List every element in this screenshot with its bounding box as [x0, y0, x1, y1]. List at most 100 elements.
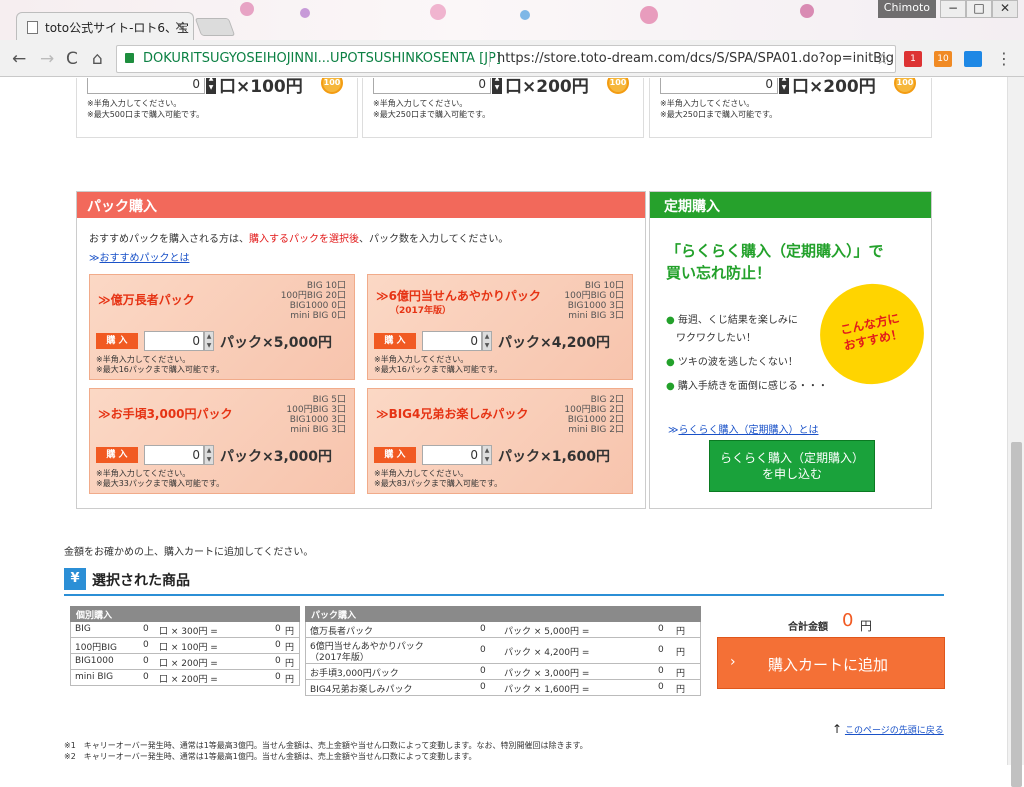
recommend-badge: こんな方に おすすめ！ — [810, 274, 934, 394]
flower-decoration — [240, 2, 254, 16]
rss-extension-icon[interactable]: 10 — [934, 51, 952, 67]
breakdown-line: mini BIG 3口 — [568, 311, 624, 321]
quantity-input[interactable]: 0 — [660, 78, 778, 94]
list-item: ワクワクしたい！ — [676, 333, 756, 344]
gmail-extension-icon[interactable]: 1 — [904, 51, 922, 67]
back-button[interactable]: ← — [12, 49, 26, 69]
pack-card-big4[interactable]: ≫BIG4兄弟お楽しみパック BIG 2口 100円BIG 2口 BIG1000… — [367, 388, 633, 494]
note-line: ※最大33パックまで購入可能です。 — [96, 479, 225, 488]
menu-icon[interactable]: ⋮ — [996, 49, 1012, 68]
pack-breakdown: BIG 10口 100円BIG 20口 BIG1000 0口 mini BIG … — [281, 281, 346, 321]
table-row: BIG4兄弟お楽しみパック 0 パック × 1,600円 = 0 円 — [305, 680, 701, 696]
forward-button[interactable]: → — [40, 49, 54, 69]
minimize-button[interactable]: − — [940, 0, 966, 18]
total-unit: 円 — [860, 619, 873, 633]
pack-card-ayakari[interactable]: ≫6億円当せんあやかりパック （2017年版） BIG 10口 100円BIG … — [367, 274, 633, 380]
total-amount: 0 — [842, 610, 854, 631]
buy-badge: 購 入 — [96, 447, 138, 463]
periodic-info-link[interactable]: ≫らくらく購入（定期購入）とは — [668, 418, 818, 437]
footnotes: ※1 キャリーオーバー発生時、通常は1等最高3億円。当せん金額は、売上金額や当せ… — [64, 740, 588, 762]
badge-text: こんな方に おすすめ！ — [829, 308, 914, 356]
tab-close-icon[interactable]: × — [174, 19, 185, 34]
input-note: ※半角入力してください。 — [87, 99, 182, 108]
pack-title: ≫BIG4兄弟お楽しみパック — [376, 407, 529, 421]
breakdown-line: mini BIG 3口 — [290, 425, 346, 435]
list-item: ● 毎週、くじ結果を楽しみに — [666, 315, 798, 326]
pack-quantity-input[interactable]: 0 — [422, 331, 482, 351]
button-line: らくらく購入（定期購入） — [719, 451, 864, 465]
pack-quantity-spinner[interactable]: ▲ ▼ — [482, 445, 492, 465]
desc-text: 、パック数を入力してください。 — [359, 234, 509, 245]
reload-button[interactable]: C — [66, 49, 78, 69]
extension-icon[interactable] — [964, 51, 982, 67]
pack-purchase-section: パック購入 おすすめパックを購入される方は、購入するパックを選択後、パック数を入… — [76, 191, 646, 509]
note-line: ※半角入力してください。 — [374, 469, 469, 478]
lock-icon — [125, 53, 134, 63]
benefit-list: ● 毎週、くじ結果を楽しみに ワクワクしたい！ ● ツキの波を逃したくない！ ●… — [666, 312, 828, 396]
window-controls: − □ ✕ — [940, 0, 1018, 18]
pack-quantity-input[interactable]: 0 — [422, 445, 482, 465]
breakdown-line: BIG 2口 — [590, 395, 624, 405]
periodic-apply-button[interactable]: らくらく購入（定期購入） を申し込む — [709, 440, 875, 492]
pack-quantity-spinner[interactable]: ▲ ▼ — [204, 445, 214, 465]
limit-note: ※最大250口まで購入可能です。 — [660, 110, 778, 119]
table-row: mini BIG 0 口 × 200円 = 0 円 — [70, 670, 300, 686]
confirm-message: 金額をお確かめの上、購入カートに追加してください。 — [64, 547, 314, 558]
quantity-spinner[interactable]: ▲ ▼ — [779, 78, 789, 94]
quantity-input[interactable]: 0 — [87, 78, 205, 94]
vertical-scrollbar[interactable] — [1007, 77, 1024, 787]
pack-note: ※半角入力してください。 ※最大16パックまで購入可能です。 — [374, 355, 502, 375]
list-item: ● ツキの波を逃したくない！ — [666, 357, 798, 368]
back-to-top-link[interactable]: ↑ このページの先頭に戻る — [832, 722, 944, 736]
pack-breakdown: BIG 10口 100円BIG 0口 BIG1000 3口 mini BIG 3… — [564, 281, 624, 321]
pack-price: パック×1,600円 — [498, 449, 611, 465]
pack-quantity-input[interactable]: 0 — [144, 445, 204, 465]
footnote: ※2 キャリーオーバー発生時、通常は1等最高1億円。当せん金額は、売上金額や当せ… — [64, 752, 477, 761]
breakdown-line: BIG1000 3口 — [289, 415, 346, 425]
maximize-button[interactable]: □ — [966, 0, 992, 18]
quantity-spinner[interactable]: ▲ ▼ — [206, 78, 216, 94]
pack-card-okuman[interactable]: ≫億万長者パック BIG 10口 100円BIG 20口 BIG1000 0口 … — [89, 274, 355, 380]
pack-quantity-input[interactable]: 0 — [144, 331, 204, 351]
recommended-pack-link[interactable]: ≫おすすめパックとは — [89, 246, 189, 265]
quantity-spinner[interactable]: ▲ ▼ — [492, 78, 502, 94]
yen-icon: ¥ — [64, 568, 86, 590]
list-item: ● 購入手続きを面倒に感じる・・・ — [666, 381, 828, 392]
add-to-cart-button[interactable]: › 購入カートに追加 — [717, 637, 945, 689]
periodic-purchase-section: 定期購入 「らくらく購入（定期購入）」で 買い忘れ防止！ こんな方に おすすめ！ … — [649, 191, 934, 509]
individual-box-3: 0 ▲ ▼ 口×200円 100 ※半角入力してください。 ※最大250口まで購入… — [649, 78, 932, 138]
table-row: BIG1000 0 口 × 200円 = 0 円 — [70, 654, 300, 670]
bookmark-star-icon[interactable]: ☆ — [876, 46, 889, 72]
close-window-button[interactable]: ✕ — [992, 0, 1018, 18]
pack-card-otegoro[interactable]: ≫お手頃3,000円パック BIG 5口 100円BIG 3口 BIG1000 … — [89, 388, 355, 494]
breakdown-line: BIG1000 0口 — [289, 301, 346, 311]
pack-note: ※半角入力してください。 ※最大83パックまで購入可能です。 — [374, 469, 502, 489]
browser-tab[interactable]: toto公式サイト-ロト6、宝 × — [16, 12, 194, 40]
unit-price: 口×100円 — [219, 78, 303, 97]
quantity-input[interactable]: 0 — [373, 78, 491, 94]
url-text[interactable]: https://store.toto-dream.com/dcs/S/SPA/S… — [497, 46, 894, 72]
cart-button-label: 購入カートに追加 — [768, 656, 889, 674]
pack-quantity-spinner[interactable]: ▲ ▼ — [482, 331, 492, 351]
home-button[interactable]: ⌂ — [92, 49, 103, 69]
individual-box-1: 0 ▲ ▼ 口×100円 100 ※半角入力してください。 ※最大500口まで購入… — [76, 78, 358, 138]
title-line: 「らくらく購入（定期購入）」で — [666, 242, 884, 260]
pack-price: パック×4,200円 — [498, 335, 611, 351]
address-bar[interactable]: DOKURITSUGYOSEIHOJINNI...UPOTSUSHINKOSEN… — [116, 45, 896, 73]
breakdown-line: BIG 10口 — [584, 281, 624, 291]
pack-title: ≫お手頃3,000円パック — [98, 407, 233, 421]
buy-badge: 購 入 — [374, 447, 416, 463]
scrollbar-thumb[interactable] — [1011, 442, 1022, 787]
desc-highlight: 購入するパックを選択後 — [249, 234, 359, 245]
pack-description: おすすめパックを購入される方は、購入するパックを選択後、パック数を入力してくださ… — [89, 230, 508, 245]
buy-badge: 購 入 — [96, 333, 138, 349]
button-line: を申し込む — [761, 467, 822, 481]
link-label: おすすめパックとは — [99, 253, 190, 264]
table-header: パック購入 — [305, 606, 701, 622]
new-tab-button[interactable] — [194, 18, 236, 36]
title-line: 買い忘れ防止！ — [666, 264, 772, 282]
browser-toolbar: ← → C ⌂ DOKURITSUGYOSEIHOJINNI...UPOTSUS… — [0, 41, 1024, 77]
profile-button[interactable]: Chimoto — [877, 0, 936, 18]
pack-quantity-spinner[interactable]: ▲ ▼ — [204, 331, 214, 351]
pack-summary-table: パック購入 億万長者パック 0 パック × 5,000円 = 0 円 6億円当せんあやか… — [305, 606, 701, 696]
